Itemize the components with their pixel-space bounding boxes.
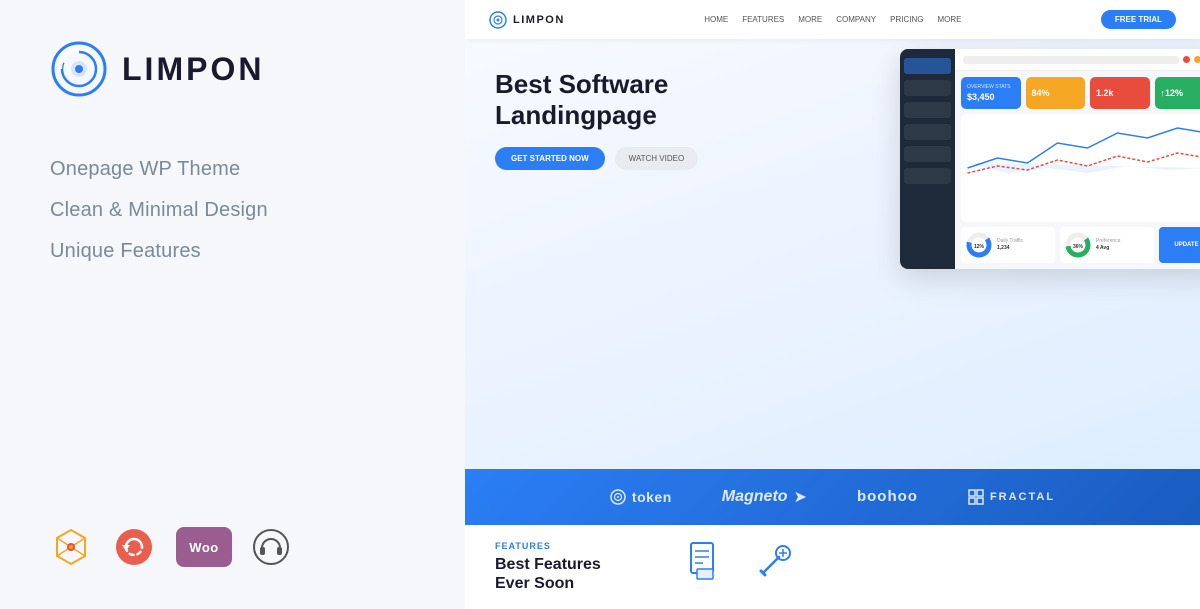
brand-magneto: Magneto ➤ — [722, 487, 807, 507]
dash-content: OVERVIEW STATS $3,450 84% 1.2k ↑12% — [955, 71, 1200, 269]
token-label: token — [632, 489, 672, 505]
dash-card-blue: OVERVIEW STATS $3,450 — [961, 77, 1021, 109]
feature-item-2: Clean & Minimal Design — [50, 199, 415, 222]
boohoo-label: boohoo — [857, 488, 918, 505]
site-nav-logo-icon — [489, 11, 507, 29]
hero-cta-primary-button[interactable]: GET STARTED NOW — [495, 147, 605, 170]
limpon-logo-icon — [50, 40, 108, 98]
dash-card-green: ↑12% — [1155, 77, 1200, 109]
brand-fractal: FRACTAL — [968, 489, 1055, 505]
dash-sidebar-item — [904, 146, 951, 162]
dash-sidebar-item — [904, 58, 951, 74]
right-panel: LIMPON HOME FEATURES MORE COMPANY PRICIN… — [465, 0, 1200, 609]
features-strip: FEATURES Best Features Ever Soon — [465, 525, 1200, 609]
feature-item-3: Unique Features — [50, 240, 415, 263]
dash-dot-red — [1183, 56, 1190, 63]
features-title: Best Features Ever Soon — [495, 555, 655, 593]
nav-link-company[interactable]: COMPANY — [836, 15, 876, 24]
dash-sidebar-item — [904, 168, 951, 184]
nav-link-more1[interactable]: MORE — [798, 15, 822, 24]
woo-icon: Woo — [176, 527, 232, 567]
website-preview: LIMPON HOME FEATURES MORE COMPANY PRICIN… — [465, 0, 1200, 469]
headset-icon — [252, 528, 290, 566]
feature-item-1: Onepage WP Theme — [50, 158, 415, 181]
site-nav-cta-button[interactable]: FREE TRIAL — [1101, 10, 1176, 29]
site-nav-logo: LIMPON — [489, 11, 565, 29]
fractal-icon — [968, 489, 984, 505]
dash-sidebar-item — [904, 102, 951, 118]
dash-bottom-row: 12% Daily Traffic 1,234 — [961, 227, 1200, 263]
site-nav-logo-text: LIMPON — [513, 14, 565, 26]
nav-link-more2[interactable]: MORE — [937, 15, 961, 24]
svg-text:36%: 36% — [1073, 244, 1084, 250]
dash-dot-yellow — [1194, 56, 1200, 63]
feature-card-1 — [685, 541, 725, 581]
feature-icon-document — [685, 541, 725, 581]
nav-link-home[interactable]: HOME — [704, 15, 728, 24]
dash-header — [955, 49, 1200, 71]
dash-sidebar-item — [904, 124, 951, 140]
feather-icon — [50, 526, 92, 568]
magneto-label: Magneto — [722, 488, 788, 506]
nav-link-pricing[interactable]: PRICING — [890, 15, 923, 24]
site-nav-links: HOME FEATURES MORE COMPANY PRICING MORE — [704, 15, 961, 24]
dash-card-orange: 84% — [1026, 77, 1086, 109]
brand-boohoo: boohoo — [857, 488, 918, 505]
dash-card-red: 1.2k — [1090, 77, 1150, 109]
dash-cards-row: OVERVIEW STATS $3,450 84% 1.2k ↑12% — [961, 77, 1200, 109]
dash-donut-2: 36% Preference 4 Avg — [1060, 227, 1154, 263]
feature-card-2 — [755, 541, 795, 581]
features-list: Onepage WP Theme Clean & Minimal Design … — [50, 158, 415, 263]
blue-banner: token Magneto ➤ boohoo FRACTAL — [465, 469, 1200, 525]
dashboard-mockup: OVERVIEW STATS $3,450 84% 1.2k ↑12% — [900, 49, 1200, 269]
bottom-icons: Woo — [50, 525, 415, 569]
brand-token: token — [610, 489, 672, 505]
left-panel: LIMPON Onepage WP Theme Clean & Minimal … — [0, 0, 465, 609]
dash-sidebar-item — [904, 80, 951, 96]
dash-chart-area — [961, 114, 1200, 222]
hero-cta-secondary-button[interactable]: WATCH VIDEO — [615, 147, 699, 170]
dash-sidebar — [900, 49, 955, 269]
logo-area: LIMPON — [50, 40, 415, 98]
fractal-label: FRACTAL — [990, 491, 1055, 503]
site-nav: LIMPON HOME FEATURES MORE COMPANY PRICIN… — [465, 0, 1200, 39]
dash-main: OVERVIEW STATS $3,450 84% 1.2k ↑12% — [955, 49, 1200, 269]
features-label: FEATURES — [495, 541, 655, 551]
hero-section: Best Software Landingpage GET STARTED NO… — [465, 39, 1200, 190]
svg-text:12%: 12% — [974, 244, 985, 250]
dash-update-button[interactable]: UPDATE — [1159, 227, 1200, 263]
sync-icon — [112, 525, 156, 569]
dash-donut-1: 12% Daily Traffic 1,234 — [961, 227, 1055, 263]
line-chart — [965, 118, 1200, 178]
logo-text: LIMPON — [122, 51, 264, 88]
feature-icon-tools — [755, 541, 795, 581]
nav-link-features[interactable]: FEATURES — [742, 15, 784, 24]
features-header: FEATURES Best Features Ever Soon — [495, 541, 655, 593]
token-icon — [610, 489, 626, 505]
